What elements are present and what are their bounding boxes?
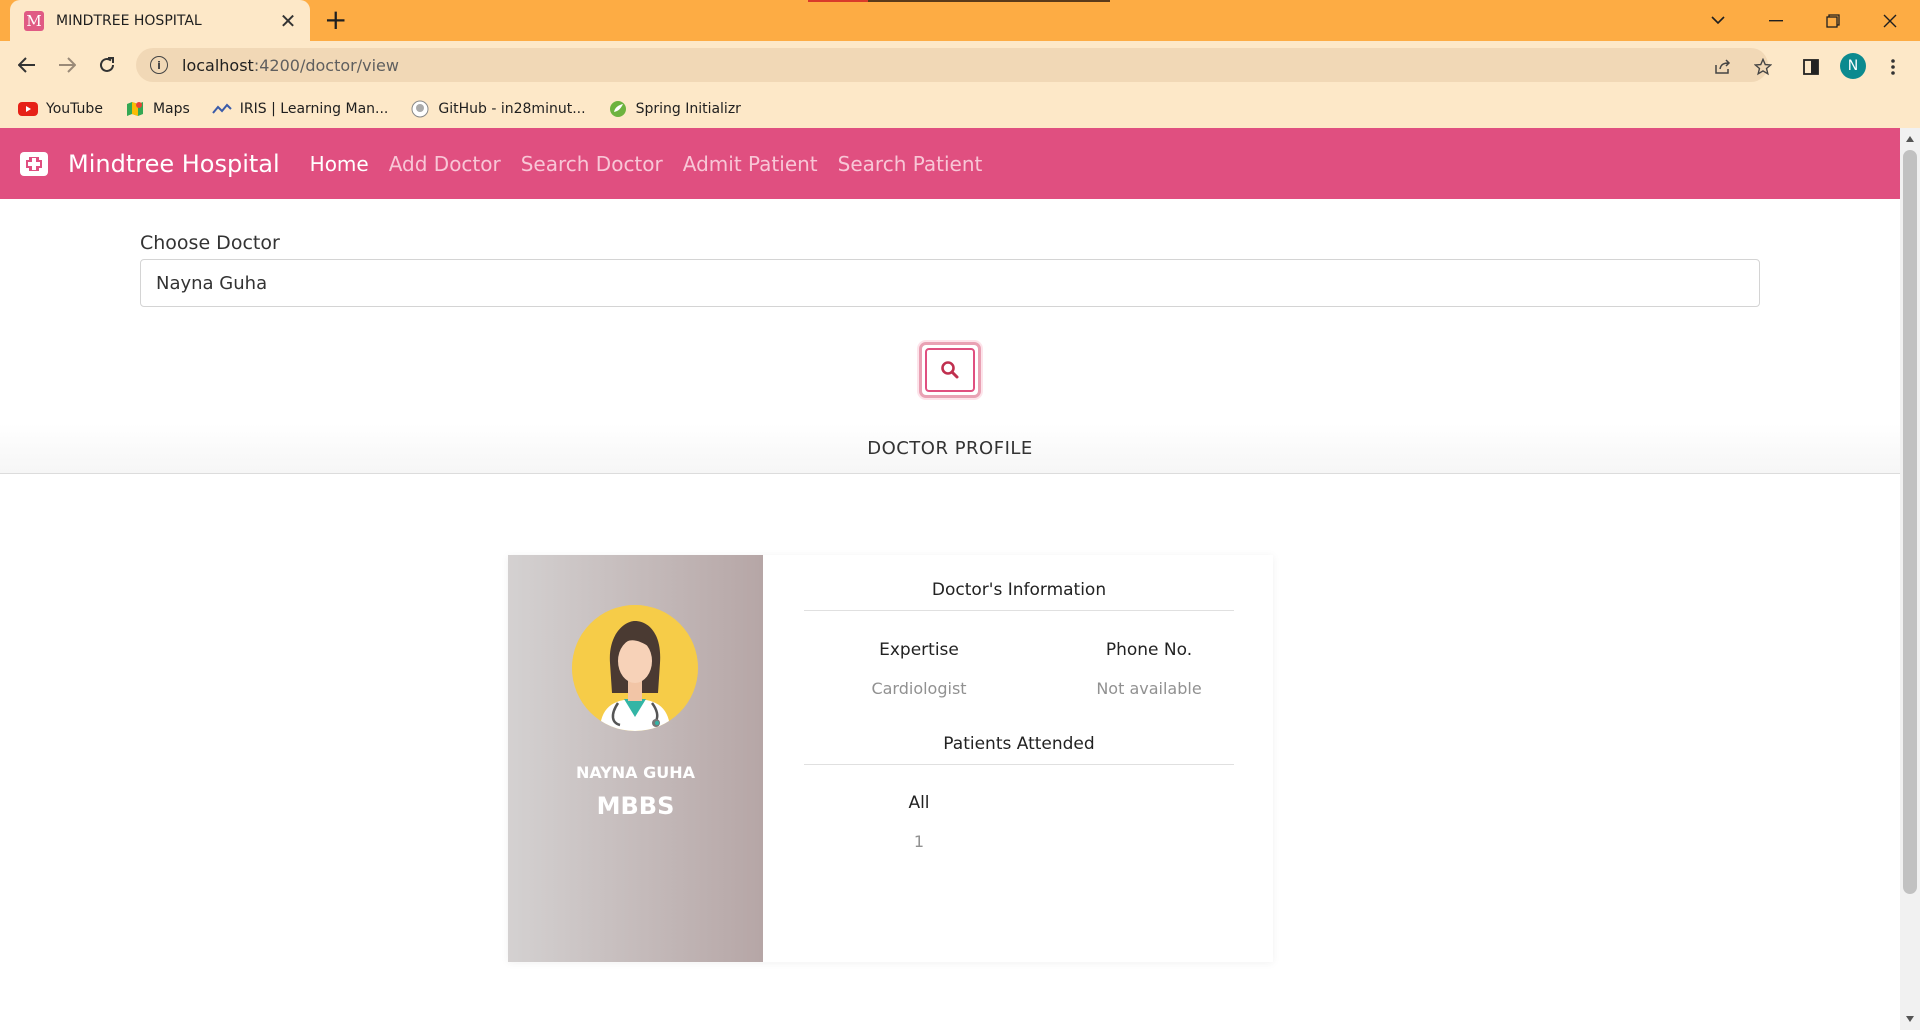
- brand-title[interactable]: Mindtree Hospital: [68, 150, 280, 178]
- phone-value: Not available: [1096, 679, 1202, 698]
- bookmark-label: GitHub - in28minut...: [438, 100, 586, 117]
- close-tab-icon[interactable]: ✕: [276, 9, 300, 33]
- patients-all-count: 1: [913, 832, 925, 851]
- address-url[interactable]: localhost:4200/doctor/view: [182, 56, 399, 75]
- profile-avatar[interactable]: N: [1840, 53, 1866, 79]
- bookmark-item[interactable]: Spring Initializr: [608, 100, 741, 117]
- tab-title: MINDTREE HOSPITAL: [56, 12, 202, 29]
- bookmark-item[interactable]: YouTube: [18, 101, 103, 117]
- browser-menu-icon[interactable]: [1882, 56, 1904, 78]
- page-scrollbar[interactable]: [1900, 128, 1920, 1030]
- side-panel-icon[interactable]: [1800, 56, 1822, 78]
- choose-doctor-label: Choose Doctor: [140, 232, 280, 254]
- doctor-avatar-image: [572, 605, 698, 731]
- browser-tab-strip: M MINDTREE HOSPITAL ✕ +: [0, 0, 1920, 41]
- scroll-down-icon[interactable]: [1906, 1016, 1914, 1022]
- bookmarks-bar: YouTube Maps IRIS | Learning Man... GitH…: [0, 89, 1920, 128]
- new-tab-icon[interactable]: +: [324, 6, 347, 34]
- search-button[interactable]: [919, 342, 981, 398]
- expertise-label: Expertise: [879, 640, 959, 660]
- browser-toolbar: i localhost:4200/doctor/view: [0, 41, 1920, 89]
- expertise-value: Cardiologist: [871, 679, 967, 698]
- nav-link-add-doctor[interactable]: Add Doctor: [389, 152, 501, 176]
- close-window-icon[interactable]: [1862, 0, 1918, 41]
- bookmark-item[interactable]: Maps: [125, 101, 190, 117]
- restore-icon[interactable]: [1805, 0, 1861, 41]
- nav-links: Home Add Doctor Search Doctor Admit Pati…: [310, 152, 983, 176]
- patients-all-label: All: [908, 793, 930, 813]
- doctor-name: NAYNA GUHA: [575, 763, 696, 782]
- bookmark-item[interactable]: IRIS | Learning Man...: [212, 100, 389, 117]
- site-info-icon[interactable]: i: [150, 56, 168, 74]
- bookmark-label: IRIS | Learning Man...: [239, 100, 389, 117]
- hospital-cross-icon: [20, 151, 48, 176]
- nav-link-search-patient[interactable]: Search Patient: [838, 152, 983, 176]
- bookmark-item[interactable]: GitHub - in28minut...: [410, 100, 586, 117]
- bookmark-label: YouTube: [46, 100, 103, 117]
- nav-link-admit-patient[interactable]: Admit Patient: [683, 152, 818, 176]
- reload-icon[interactable]: [91, 49, 123, 81]
- bookmark-label: Spring Initializr: [635, 100, 741, 117]
- maps-icon: [125, 101, 145, 117]
- address-bar[interactable]: i localhost:4200/doctor/view: [136, 48, 1768, 82]
- iris-icon: [212, 101, 232, 117]
- search-icon: [941, 361, 959, 379]
- browser-tab[interactable]: M MINDTREE HOSPITAL ✕: [10, 0, 310, 41]
- github-icon: [410, 100, 430, 117]
- tab-favicon-icon: M: [24, 10, 44, 31]
- doctor-select-input[interactable]: [140, 259, 1760, 307]
- doctor-profile-card: NAYNA GUHA MBBS Doctor's Information Exp…: [508, 555, 1273, 962]
- doctor-degree: MBBS: [596, 792, 675, 820]
- back-arrow-icon[interactable]: [11, 49, 43, 81]
- profile-card-details: Doctor's Information Expertise Cardiolog…: [804, 555, 1234, 962]
- phone-label: Phone No.: [1105, 640, 1193, 660]
- scrollbar-thumb[interactable]: [1903, 150, 1917, 894]
- forward-arrow-icon[interactable]: [51, 49, 83, 81]
- nav-link-home[interactable]: Home: [310, 152, 369, 176]
- bookmark-label: Maps: [152, 100, 190, 117]
- doctor-information-title: Doctor's Information: [804, 580, 1234, 611]
- bookmark-star-icon[interactable]: [1752, 56, 1774, 78]
- tab-search-chevron-icon[interactable]: [1690, 0, 1746, 41]
- nav-link-search-doctor[interactable]: Search Doctor: [521, 152, 663, 176]
- scroll-up-icon[interactable]: [1906, 136, 1914, 142]
- patients-attended-title: Patients Attended: [804, 734, 1234, 765]
- youtube-icon: [18, 101, 38, 117]
- profile-card-sidebar: NAYNA GUHA MBBS: [508, 555, 763, 962]
- spring-icon: [608, 100, 628, 117]
- doctor-profile-heading: DOCTOR PROFILE: [0, 424, 1900, 474]
- minimize-icon[interactable]: [1748, 0, 1804, 41]
- share-icon[interactable]: [1712, 56, 1734, 78]
- app-navbar: Mindtree Hospital Home Add Doctor Search…: [0, 128, 1900, 199]
- tab-strip-accent: [808, 0, 1110, 2]
